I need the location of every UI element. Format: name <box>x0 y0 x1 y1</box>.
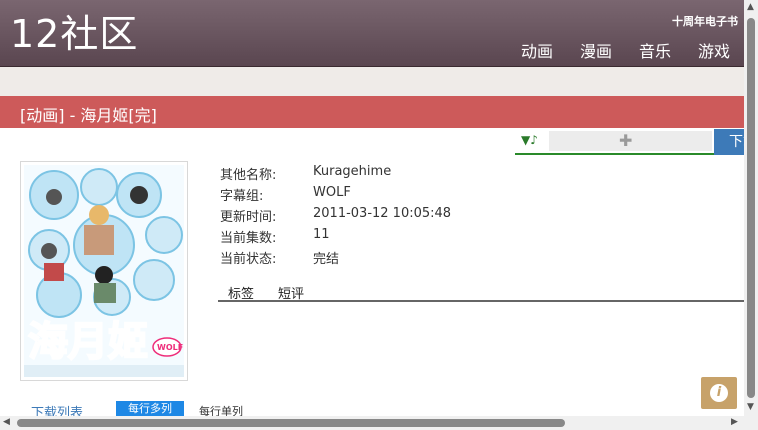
plugin-placeholder: ✚ <box>549 131 712 151</box>
cover-image: 海月姬 WOLF <box>20 161 188 381</box>
ebook-link[interactable]: 十周年电子书 <box>672 13 738 29</box>
scroll-up-icon[interactable]: ▲ <box>747 2 754 12</box>
site-header: 12社区 十周年电子书 动画 漫画 音乐 游戏 <box>0 0 744 67</box>
nav-item-anime[interactable]: 动画 <box>521 38 553 62</box>
cover-badge: WOLF <box>157 343 183 352</box>
info-row-fansub: 字幕组: WOLF <box>220 183 520 204</box>
cover-title-art: 海月姬 <box>28 319 148 365</box>
header-band <box>0 67 744 96</box>
vertical-scroll-thumb[interactable] <box>747 18 755 398</box>
scroll-right-icon[interactable]: ▶ <box>731 417 738 427</box>
music-player[interactable]: ▼♪ ✚ <box>515 129 714 155</box>
info-label: 字幕组: <box>220 189 264 204</box>
site-logo[interactable]: 12社区 <box>10 12 138 56</box>
info-row-episodes: 当前集数: 11 <box>220 225 520 246</box>
horizontal-scroll-thumb[interactable] <box>17 419 565 427</box>
tab-tags[interactable]: 标签 <box>228 283 254 302</box>
main-nav: 动画 漫画 音乐 游戏 <box>521 38 730 62</box>
info-label: 其他名称: <box>220 168 277 183</box>
info-value: WOLF <box>313 185 351 200</box>
puzzle-icon: ✚ <box>619 131 633 150</box>
info-button[interactable]: i <box>701 377 737 409</box>
info-row-status: 当前状态: 完结 <box>220 246 520 267</box>
info-value: 完结 <box>313 252 340 267</box>
info-label: 当前状态: <box>220 252 277 267</box>
info-label: 更新时间: <box>220 210 277 225</box>
vertical-scrollbar[interactable]: ▲ ▼ <box>744 0 758 416</box>
info-value: 2011-03-12 10:05:48 <box>313 206 452 221</box>
info-label: 当前集数: <box>220 231 277 246</box>
info-tabs: 标签 短评 <box>218 282 744 302</box>
music-note-icon[interactable]: ▼♪ <box>521 133 538 147</box>
anime-info: 其他名称: Kuragehime 字幕组: WOLF 更新时间: 2011-03… <box>220 162 520 267</box>
scroll-down-icon[interactable]: ▼ <box>747 402 754 412</box>
mode-multi-column-button[interactable]: 每行多列 <box>116 401 184 417</box>
info-value: Kuragehime <box>313 164 392 179</box>
tab-short-reviews[interactable]: 短评 <box>278 283 304 302</box>
horizontal-scrollbar[interactable]: ◀ ▶ <box>0 416 758 430</box>
info-value: 11 <box>313 227 330 242</box>
nav-item-manga[interactable]: 漫画 <box>580 38 612 62</box>
page-title: [动画] - 海月姬[完] <box>20 106 157 125</box>
nav-item-games[interactable]: 游戏 <box>698 38 730 62</box>
info-row-updated: 更新时间: 2011-03-12 10:05:48 <box>220 204 520 225</box>
info-row-alt-name: 其他名称: Kuragehime <box>220 162 520 183</box>
nav-item-music[interactable]: 音乐 <box>639 38 671 62</box>
download-button[interactable]: 下载 <box>714 129 744 155</box>
cover-art: 海月姬 WOLF <box>24 165 184 377</box>
info-icon: i <box>710 384 728 402</box>
scroll-left-icon[interactable]: ◀ <box>3 417 10 427</box>
title-bar: [动画] - 海月姬[完] <box>0 96 744 128</box>
